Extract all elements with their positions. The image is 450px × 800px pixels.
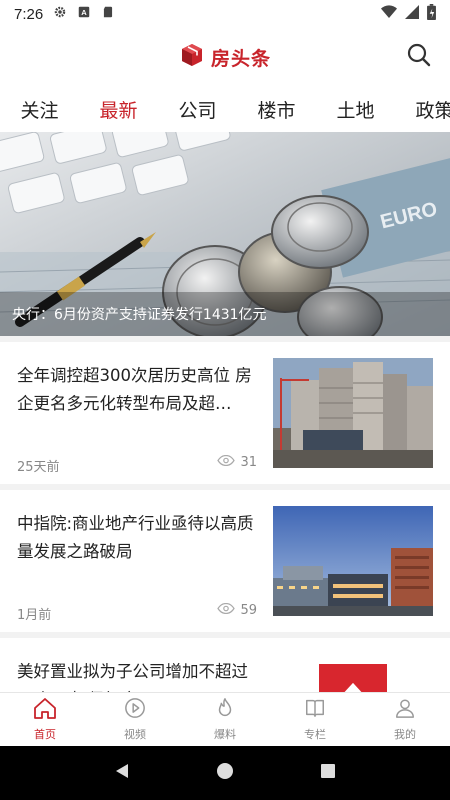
home-circle-icon <box>216 762 234 784</box>
news-item[interactable]: 美好置业拟为子公司增加不超过20亿元担保额度 <box>0 638 450 692</box>
battery-icon <box>427 4 436 24</box>
news-time: 1月前 <box>17 608 52 623</box>
signal-icon <box>405 5 419 23</box>
settings-icon <box>53 5 67 23</box>
nav-home[interactable]: 首页 <box>0 693 90 746</box>
back-icon <box>113 762 131 784</box>
news-item[interactable]: 中指院:商业地产行业亟待以高质量发展之路破局 1月前 59 <box>0 490 450 632</box>
home-button[interactable] <box>210 758 240 788</box>
news-thumbnail <box>273 358 433 468</box>
tab-policy[interactable]: 政策 <box>395 96 450 123</box>
view-count: 31 <box>240 455 257 470</box>
news-views: 59 <box>217 602 257 618</box>
nav-profile-label: 我的 <box>394 728 416 741</box>
category-tabs: 关注 最新 公司 楼市 土地 政策 <box>0 86 450 132</box>
fire-icon <box>213 697 237 723</box>
news-title: 美好置业拟为子公司增加不超过20亿元担保额度 <box>17 662 248 692</box>
nav-video-label: 视频 <box>124 728 146 741</box>
nav-home-label: 首页 <box>34 728 56 741</box>
news-views: 31 <box>217 454 257 470</box>
status-time: 7:26 <box>14 5 44 23</box>
news-item[interactable]: 全年调控超300次居历史高位 房企更名多元化转型布局及超… 25天前 31 <box>0 342 450 484</box>
nav-column[interactable]: 专栏 <box>270 693 360 746</box>
nav-video[interactable]: 视频 <box>90 693 180 746</box>
news-title: 全年调控超300次居历史高位 房企更名多元化转型布局及超… <box>17 366 252 413</box>
back-button[interactable] <box>107 758 137 788</box>
bottom-navigation: 首页 视频 爆料 专栏 我的 <box>0 692 450 746</box>
nav-tipoff[interactable]: 爆料 <box>180 693 270 746</box>
eye-icon <box>217 602 236 618</box>
news-thumbnail <box>273 654 433 692</box>
user-icon <box>393 697 417 723</box>
banner-carousel[interactable]: EURO 央行：6月份资产支持证券发行1431亿元 <box>0 132 450 336</box>
tab-property-market[interactable]: 楼市 <box>237 96 316 123</box>
app-header: 房头条 <box>0 28 450 86</box>
nav-column-label: 专栏 <box>304 728 326 741</box>
app-logo: 房头条 <box>179 42 271 72</box>
tab-latest[interactable]: 最新 <box>79 96 158 123</box>
recents-button[interactable] <box>313 758 343 788</box>
news-title: 中指院:商业地产行业亟待以高质量发展之路破局 <box>17 514 254 561</box>
a-icon: A <box>77 5 91 23</box>
news-time: 25天前 <box>17 460 60 475</box>
sd-card-icon <box>101 5 115 23</box>
nav-profile[interactable]: 我的 <box>360 693 450 746</box>
view-count: 59 <box>240 603 257 618</box>
svg-text:A: A <box>81 8 87 17</box>
home-icon <box>33 697 57 723</box>
eye-icon <box>217 454 236 470</box>
tab-company[interactable]: 公司 <box>158 96 237 123</box>
banner-caption: 央行：6月份资产支持证券发行1431亿元 <box>12 307 267 323</box>
search-icon <box>406 42 432 72</box>
status-bar: 7:26 A <box>0 0 450 28</box>
recents-icon <box>320 763 336 783</box>
nav-tipoff-label: 爆料 <box>214 728 236 741</box>
wifi-icon <box>381 5 397 23</box>
news-thumbnail <box>273 506 433 616</box>
logo-cube-icon <box>179 42 205 72</box>
system-navigation-bar <box>0 746 450 800</box>
news-feed: 全年调控超300次居历史高位 房企更名多元化转型布局及超… 25天前 31 中指… <box>0 336 450 692</box>
search-button[interactable] <box>404 42 434 72</box>
logo-text: 房头条 <box>210 47 271 70</box>
tab-land[interactable]: 土地 <box>316 96 395 123</box>
play-icon <box>123 697 147 723</box>
tab-follow[interactable]: 关注 <box>0 96 79 123</box>
book-icon <box>303 697 327 723</box>
